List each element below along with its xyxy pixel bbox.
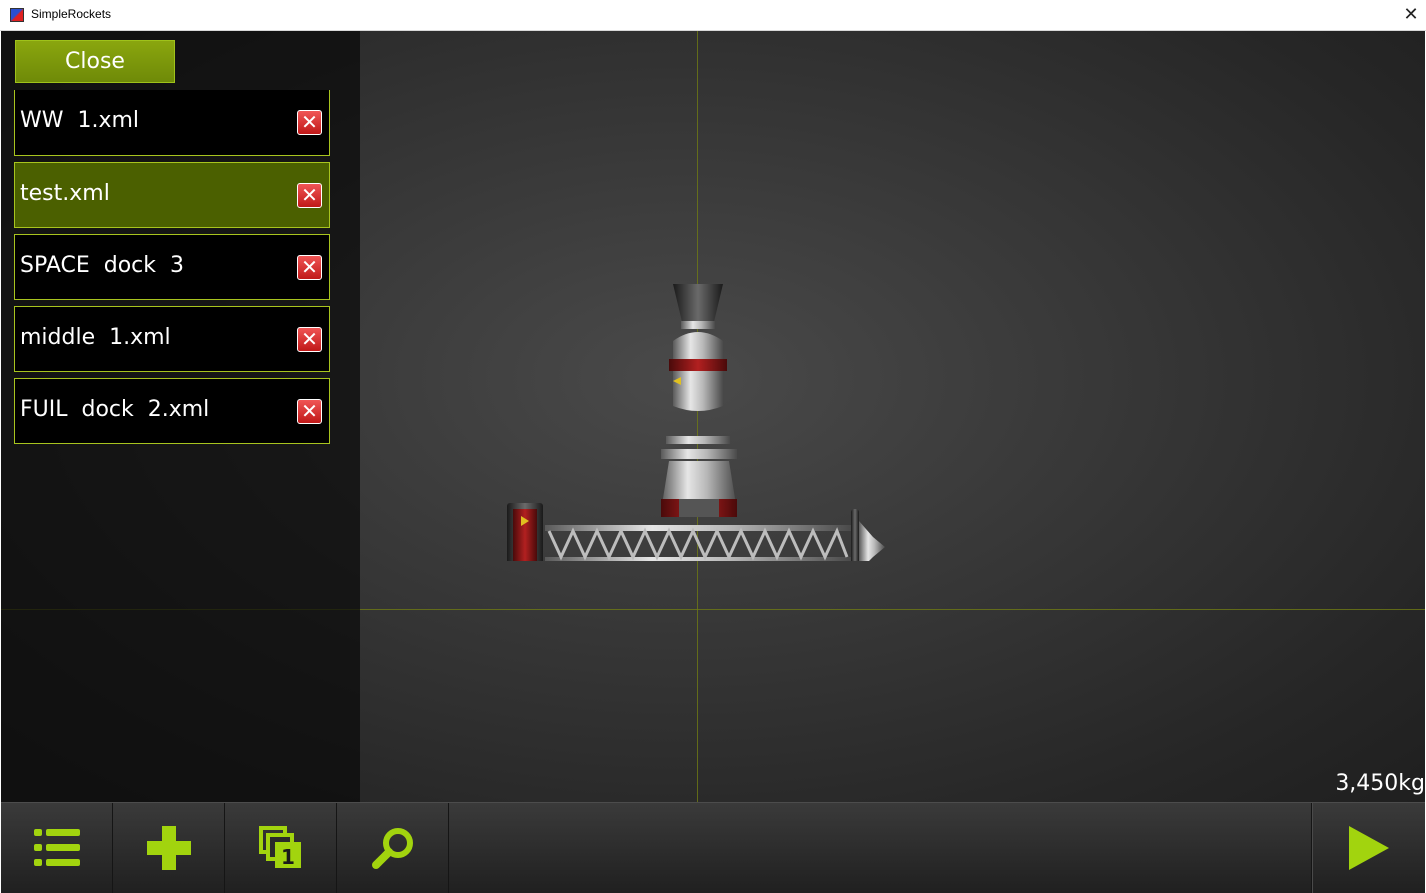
mass-readout: 3,450kg bbox=[1335, 771, 1425, 796]
add-part-icon bbox=[146, 826, 191, 870]
title-bar: SimpleRockets ✕ bbox=[0, 0, 1426, 31]
file-item[interactable]: FUIL dock 2.xml ✕ bbox=[14, 378, 330, 444]
craft-file-list: WW 1.xml ✕ test.xml ✕ SPACE dock 3 ✕ mid… bbox=[14, 90, 330, 450]
stages-icon: 1 bbox=[258, 826, 301, 869]
delete-icon[interactable]: ✕ bbox=[297, 183, 322, 208]
delete-icon[interactable]: ✕ bbox=[297, 255, 322, 280]
file-name: middle 1.xml bbox=[20, 325, 171, 350]
delete-icon[interactable]: ✕ bbox=[297, 110, 322, 135]
close-button[interactable]: Close bbox=[15, 40, 175, 83]
file-name: WW 1.xml bbox=[20, 108, 140, 133]
stage-count: 1 bbox=[281, 845, 295, 869]
craft-list-panel: Close WW 1.xml ✕ test.xml ✕ SPACE dock 3… bbox=[1, 31, 360, 802]
file-name: test.xml bbox=[20, 181, 110, 206]
build-viewport[interactable]: Close WW 1.xml ✕ test.xml ✕ SPACE dock 3… bbox=[1, 31, 1425, 802]
file-item-selected[interactable]: test.xml ✕ bbox=[14, 162, 330, 228]
list-button[interactable] bbox=[1, 803, 113, 893]
search-button[interactable] bbox=[337, 803, 449, 893]
delete-icon[interactable]: ✕ bbox=[297, 399, 322, 424]
play-icon bbox=[1349, 826, 1389, 870]
delete-icon[interactable]: ✕ bbox=[297, 327, 322, 352]
file-item[interactable]: SPACE dock 3 ✕ bbox=[14, 234, 330, 300]
file-name: SPACE dock 3 bbox=[20, 253, 184, 278]
add-part-button[interactable] bbox=[113, 803, 225, 893]
launch-button[interactable] bbox=[1312, 803, 1425, 893]
file-item[interactable]: WW 1.xml ✕ bbox=[14, 90, 330, 156]
bottom-toolbar: 1 bbox=[1, 802, 1425, 893]
file-name: FUIL dock 2.xml bbox=[20, 397, 210, 422]
window-close-button[interactable]: ✕ bbox=[1396, 0, 1426, 30]
list-icon bbox=[33, 829, 80, 866]
file-item[interactable]: middle 1.xml ✕ bbox=[14, 306, 330, 372]
app-icon bbox=[10, 8, 24, 22]
search-icon bbox=[371, 828, 413, 869]
window-title: SimpleRockets bbox=[31, 7, 112, 21]
rocket-craft[interactable] bbox=[501, 281, 891, 561]
toolbar-spacer bbox=[450, 803, 1312, 893]
stages-button[interactable]: 1 bbox=[225, 803, 337, 893]
